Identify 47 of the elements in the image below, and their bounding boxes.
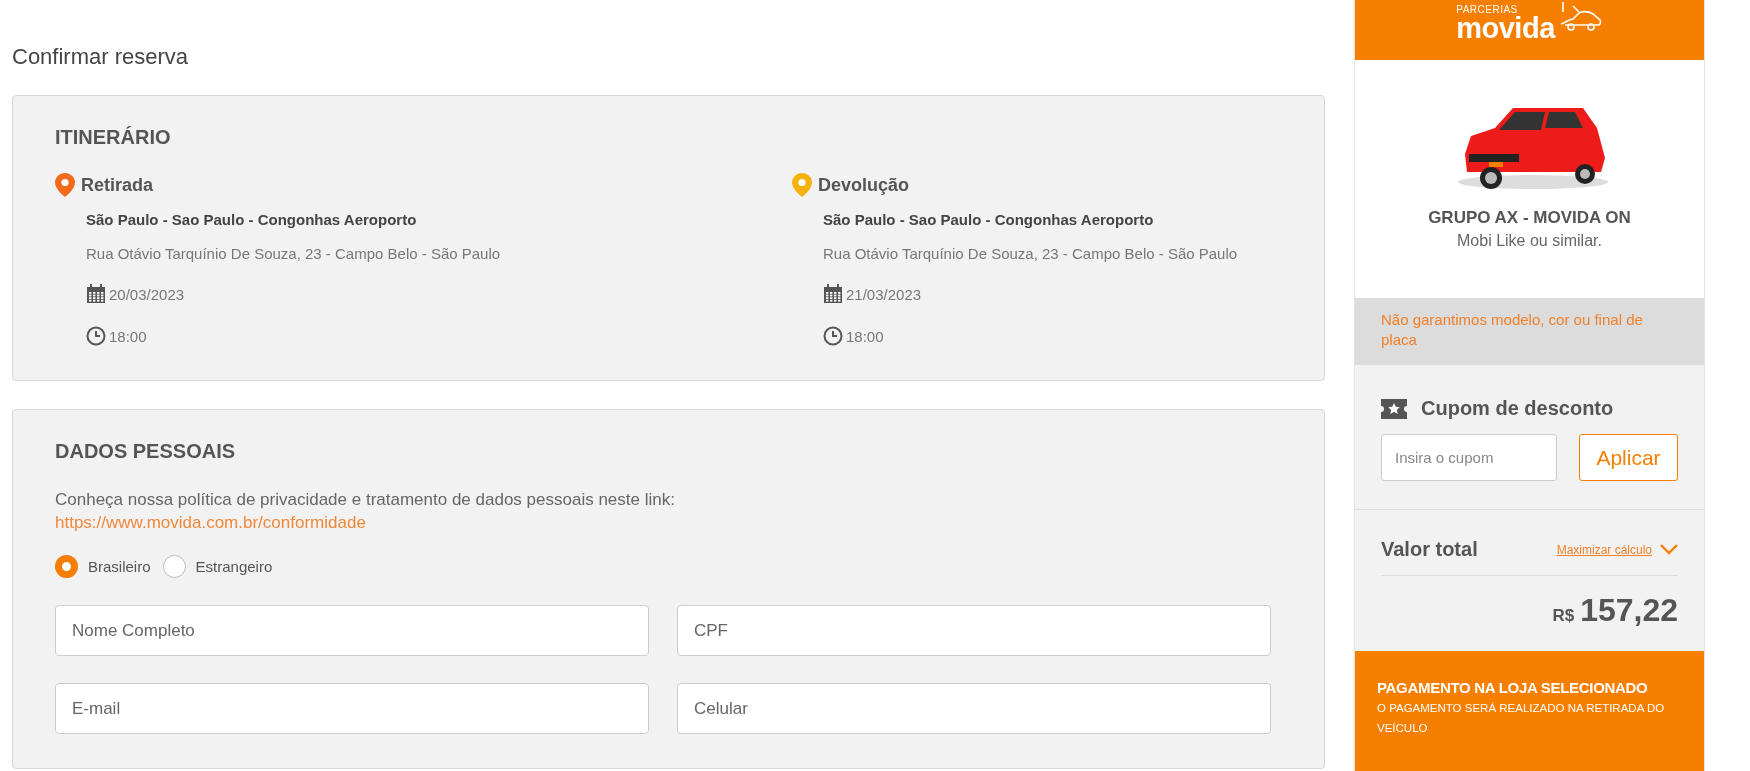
time-text: 18:00 <box>109 327 147 345</box>
logo-tagline: PARCERIAS <box>1456 4 1518 15</box>
input-field[interactable]: E-mail <box>55 683 649 734</box>
chevron-icon <box>1660 544 1678 555</box>
address-text: Rua Otávio Tarquínio De Souza, 23 - Campo Belo - São Paulo <box>86 245 502 262</box>
location-name: São Paulo - Sao Paulo - Congonhas Aeroporto <box>86 211 418 228</box>
expand-calculation-link[interactable]: Maximizar cálculo <box>1556 542 1678 557</box>
payment-subtitle: O PAGAMENTO SERÁ REALIZADO NA RETIRADA DO VEÍCULO <box>1377 701 1666 736</box>
radio-selected-icon[interactable] <box>55 555 78 578</box>
vehicle-model: Mobi Like ou similar. <box>1457 232 1602 250</box>
time-text: 18:00 <box>846 327 884 345</box>
section-title: ITINERÁRIO <box>55 126 172 149</box>
date-text: 20/03/2023 <box>109 285 185 303</box>
coupon-title: Cupom de desconto <box>1421 397 1614 420</box>
currency-symbol: R$ <box>1552 606 1575 626</box>
privacy-link[interactable]: https://www.movida.com.br/conformidade <box>55 513 366 532</box>
location-name: São Paulo - Sao Paulo - Congonhas Aeroporto <box>823 211 1155 228</box>
input-field[interactable]: CPF <box>677 605 1271 656</box>
radio-label: Brasileiro <box>88 558 151 575</box>
calendar-icon <box>86 284 106 304</box>
privacy-text: Conheça nossa política de privacidade e tratamento de dados pessoais neste link: <box>55 489 676 511</box>
clock-icon <box>86 326 106 346</box>
radio-label: Estrangeiro <box>195 558 273 575</box>
logo-wordmark: movida <box>1456 15 1555 41</box>
nationality-radio[interactable]: Brasileiro <box>55 555 151 578</box>
calendar-icon <box>823 284 843 304</box>
address-text: Rua Otávio Tarquínio De Souza, 23 - Campo Belo - São Paulo <box>823 245 1239 262</box>
payment-title: PAGAMENTO NA LOJA SELECIONADO <box>1377 679 1649 696</box>
date-text: 21/03/2023 <box>846 285 922 303</box>
model-notice: Não garantimos modelo, cor ou final de placa <box>1355 298 1704 365</box>
coupon-input[interactable]: Insira o cupom <box>1381 434 1557 481</box>
location-pin-icon <box>55 173 75 197</box>
stop-label: Devolução <box>818 174 910 196</box>
section-title: DADOS PESSOAIS <box>55 440 237 463</box>
ticket-star-icon <box>1381 398 1407 419</box>
stop-label: Retirada <box>81 174 154 196</box>
total-amount: 157,22 <box>1580 592 1678 629</box>
vehicle-group: GRUPO AX - MOVIDA ON <box>1428 208 1631 228</box>
page-title: Confirmar reserva <box>12 44 190 70</box>
total-label: Valor total <box>1381 538 1478 561</box>
radio-empty-icon[interactable] <box>162 555 186 578</box>
clock-icon <box>823 326 843 346</box>
nationality-radio[interactable]: Estrangeiro <box>162 555 273 578</box>
input-field[interactable]: Nome Completo <box>55 605 649 656</box>
input-field[interactable]: Celular <box>677 683 1271 734</box>
location-pin-icon <box>792 173 812 197</box>
apply-button[interactable]: Aplicar <box>1579 434 1678 481</box>
